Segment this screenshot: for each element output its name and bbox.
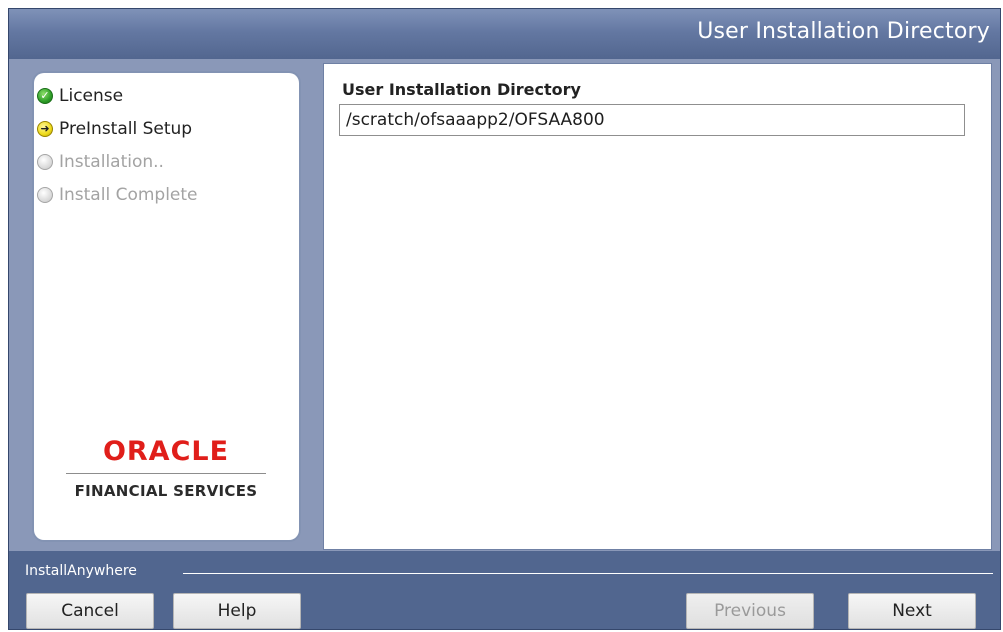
step-label: PreInstall Setup xyxy=(59,118,193,139)
steps-list: ✓ License ➜ PreInstall Setup Installatio… xyxy=(37,79,198,211)
title-bar: User Installation Directory xyxy=(9,9,1000,59)
step-label: License xyxy=(59,85,124,106)
help-button-label: Help xyxy=(217,601,257,621)
checkmark-icon: ✓ xyxy=(37,87,53,104)
next-button[interactable]: Next xyxy=(848,593,976,629)
step-license: ✓ License xyxy=(37,79,198,112)
step-installation: Installation.. xyxy=(37,145,198,178)
empty-circle-icon xyxy=(37,186,53,203)
cancel-button[interactable]: Cancel xyxy=(26,593,154,629)
next-button-label: Next xyxy=(892,601,932,621)
page-title: User Installation Directory xyxy=(697,19,990,44)
content-panel: User Installation Directory xyxy=(323,63,992,550)
cancel-button-label: Cancel xyxy=(61,601,119,621)
previous-button-label: Previous xyxy=(714,601,786,621)
footer-bar: InstallAnywhere Cancel Help Previous Nex… xyxy=(9,551,1000,629)
footer-divider xyxy=(183,573,993,574)
logo-tagline: FINANCIAL SERVICES xyxy=(74,482,258,500)
installer-window: User Installation Directory ✓ License ➜ … xyxy=(8,8,1001,630)
steps-sidebar: ✓ License ➜ PreInstall Setup Installatio… xyxy=(34,73,299,540)
install-directory-input[interactable] xyxy=(339,104,965,136)
step-label: Installation.. xyxy=(59,151,164,172)
oracle-financial-services-logo: ORACLE FINANCIAL SERVICES xyxy=(66,437,266,500)
install-directory-label: User Installation Directory xyxy=(342,80,581,99)
empty-circle-icon xyxy=(37,153,53,170)
step-preinstall-setup: ➜ PreInstall Setup xyxy=(37,112,198,145)
help-button[interactable]: Help xyxy=(173,593,301,629)
step-install-complete: Install Complete xyxy=(37,178,198,211)
oracle-logo-text: ORACLE xyxy=(102,436,230,467)
installanywhere-label: InstallAnywhere xyxy=(25,563,137,579)
logo-divider xyxy=(66,473,266,474)
step-label: Install Complete xyxy=(59,184,198,205)
previous-button[interactable]: Previous xyxy=(686,593,814,629)
arrow-right-icon: ➜ xyxy=(37,120,53,137)
